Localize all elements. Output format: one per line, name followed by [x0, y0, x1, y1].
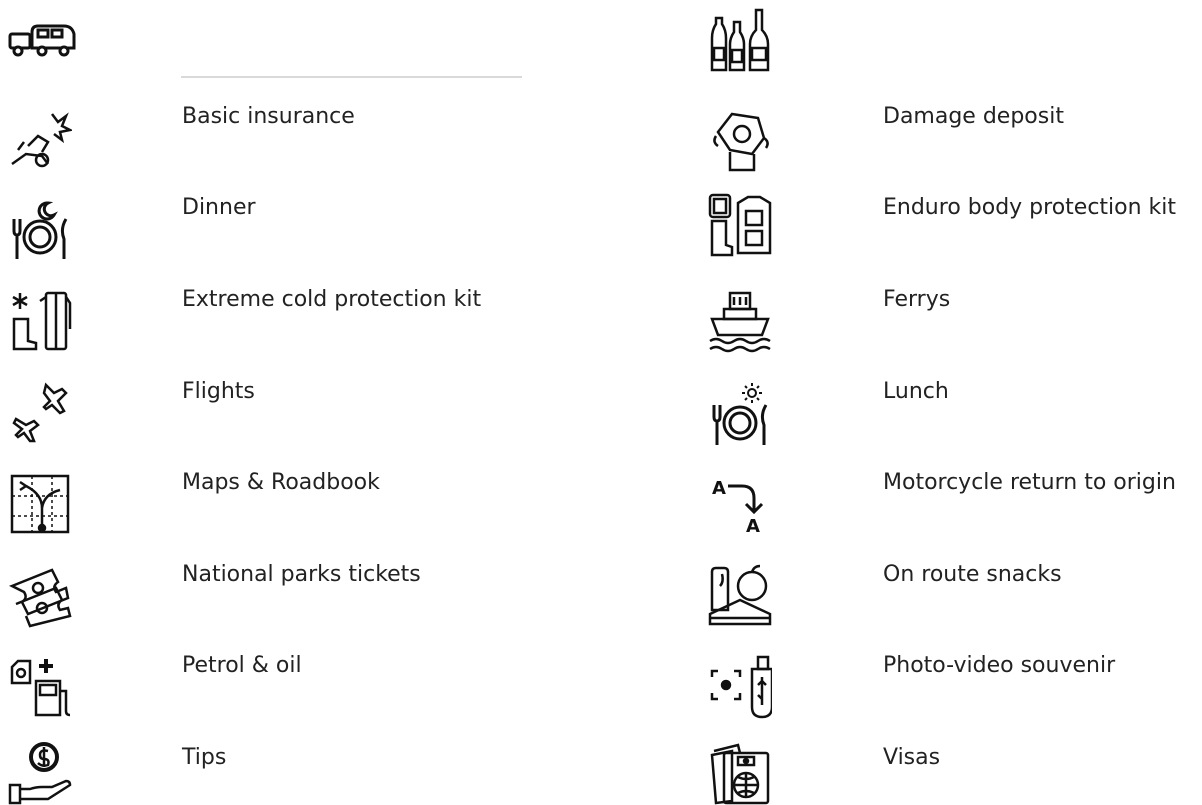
caravan-car-icon: [8, 22, 76, 62]
deposit-money-hand-icon: [708, 108, 772, 172]
item-label: Ferrys: [883, 287, 951, 312]
map-roadbook-icon: [8, 472, 72, 536]
item-label: Basic insurance: [182, 104, 355, 129]
crash-insurance-icon: [8, 106, 72, 170]
fuel-pump-icon: [8, 655, 72, 719]
item-label: Photo-video souvenir: [883, 653, 1116, 678]
drinks-bottles-icon: [708, 8, 772, 72]
item-label: Flights: [182, 379, 255, 404]
item-label: Dinner: [182, 195, 256, 220]
svg-text:A: A: [746, 516, 760, 536]
return-to-origin-icon: A A: [708, 472, 772, 536]
svg-text:A: A: [712, 478, 726, 499]
dinner-plate-moon-icon: [8, 199, 72, 263]
item-label: Petrol & oil: [182, 653, 302, 678]
park-tickets-icon: [8, 564, 72, 628]
item-label: Tips: [182, 745, 227, 770]
passport-visa-icon: [708, 741, 772, 805]
photo-video-usb-icon: [708, 655, 772, 719]
item-label: Motorcycle return to origin: [883, 470, 1176, 495]
tip-coin-hand-icon: [8, 741, 72, 805]
item-label: Visas: [883, 745, 941, 770]
flights-icon: [8, 381, 72, 445]
item-label: Damage deposit: [883, 104, 1064, 129]
item-label: Extreme cold protection kit: [182, 287, 482, 312]
snacks-icon: [708, 564, 772, 628]
item-label: Enduro body protection kit: [883, 195, 1177, 220]
item-label: On route snacks: [883, 562, 1062, 587]
lunch-plate-sun-icon: [708, 383, 772, 447]
enduro-protection-kit-icon: [708, 193, 772, 257]
item-label: Maps & Roadbook: [182, 470, 380, 495]
item-label: National parks tickets: [182, 562, 421, 587]
ferry-boat-icon: [708, 289, 772, 353]
cold-protection-kit-icon: [8, 289, 72, 353]
header-divider: [181, 76, 522, 78]
item-label: Lunch: [883, 379, 949, 404]
